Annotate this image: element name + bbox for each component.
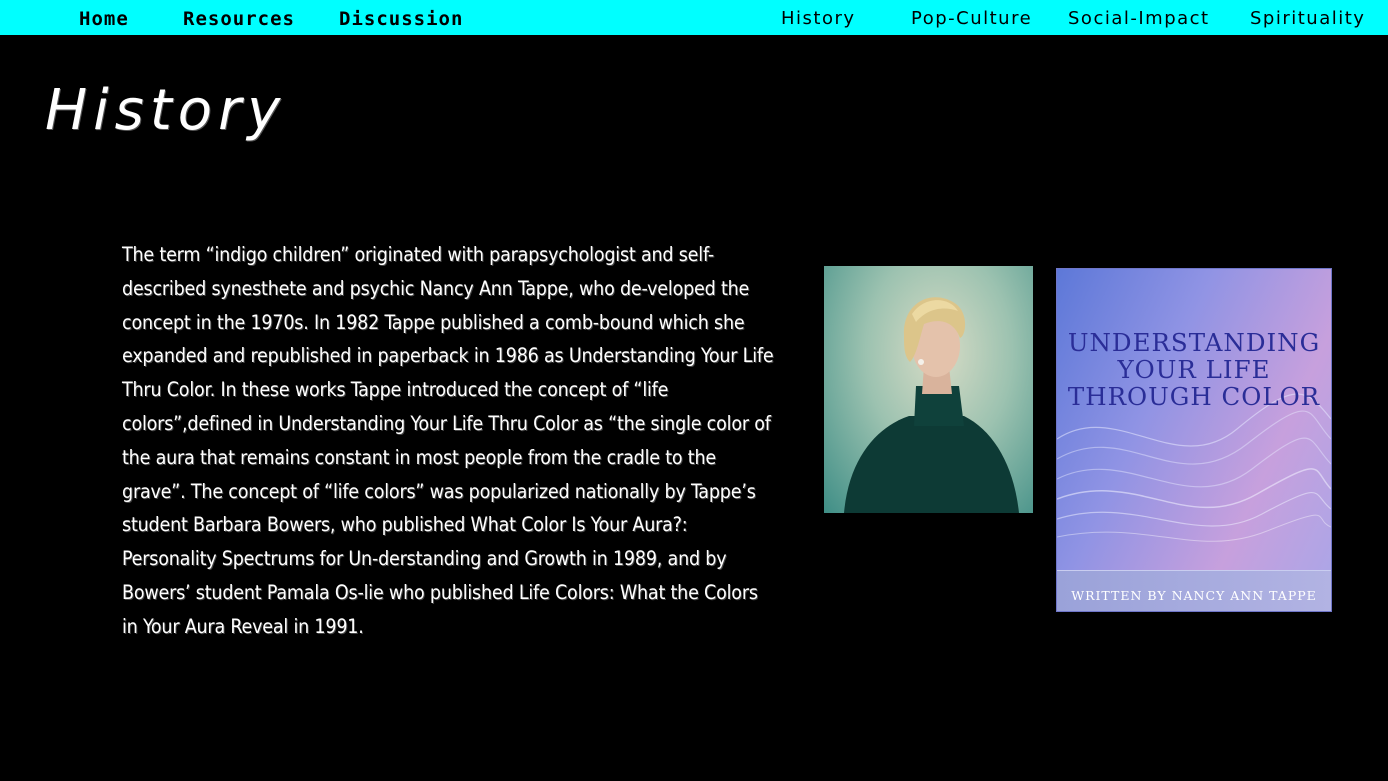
book-title-line: YOUR LIFE <box>1117 355 1271 384</box>
book-title: UNDERSTANDING YOUR LIFE THROUGH COLOR <box>1057 329 1331 410</box>
nav-history-link[interactable]: History <box>781 0 856 35</box>
history-paragraph: The term “indigo children” originated wi… <box>122 243 774 638</box>
nav-home-link[interactable]: Home <box>79 0 129 35</box>
page-title: History <box>45 78 287 143</box>
portrait-photo <box>824 266 1033 513</box>
nav-pop-culture-link[interactable]: Pop-Culture <box>911 0 1032 35</box>
book-author: WRITTEN BY NANCY ANN TAPPE <box>1071 588 1317 603</box>
book-title-line: THROUGH COLOR <box>1067 382 1321 411</box>
nav-discussion-link[interactable]: Discussion <box>339 0 463 35</box>
nav-resources-link[interactable]: Resources <box>183 0 295 35</box>
nav-spirituality-link[interactable]: Spirituality <box>1250 0 1365 35</box>
book-title-line: UNDERSTANDING <box>1067 328 1321 357</box>
book-cover-image: UNDERSTANDING YOUR LIFE THROUGH COLOR WR… <box>1057 269 1331 611</box>
nav-social-impact-link[interactable]: Social-Impact <box>1068 0 1210 35</box>
top-nav-bar: Home Resources Discussion History Pop-Cu… <box>0 0 1388 35</box>
